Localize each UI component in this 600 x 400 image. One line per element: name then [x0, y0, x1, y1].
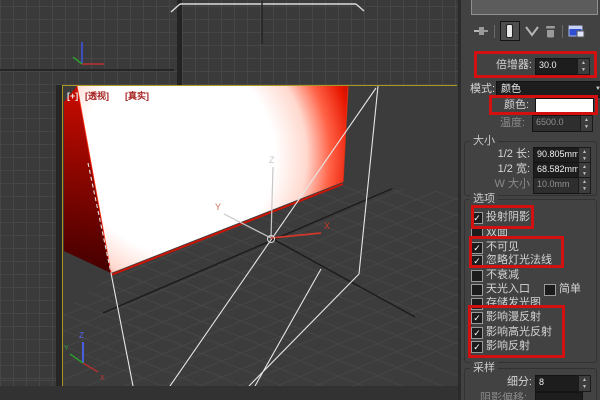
modifier-stack-toolbar: [458, 20, 600, 42]
checkbox-box[interactable]: [471, 227, 483, 239]
multiplier-spinner[interactable]: ▲▼: [577, 58, 590, 75]
subdivs-spinner[interactable]: ▲▼: [578, 375, 591, 392]
subdivs-label: 细分:: [498, 376, 532, 389]
checkbox-double-sided[interactable]: 双面: [458, 226, 600, 239]
temperature-label: 温度:: [500, 117, 525, 130]
command-panel: 倍增器: 30.0 ▲▼ 模式: 颜色 ▼ 颜色: 温度: 6500.0 ▲▼ …: [458, 0, 600, 400]
viewport-left-column[interactable]: [0, 85, 56, 386]
checkbox-box[interactable]: ✓: [471, 312, 483, 324]
half-width-label: 1/2 宽:: [460, 163, 530, 176]
tripod-y-label: Y: [215, 202, 221, 212]
temperature-field: 6500.0: [532, 115, 585, 132]
3dsmax-window: Z Y X Z Y X [+] [透视] [真实]: [0, 0, 600, 400]
checkbox-box[interactable]: ✓: [471, 341, 483, 353]
light-arrow-right: [356, 4, 364, 11]
checkbox-cast-shadows[interactable]: ✓ 投射阴影: [458, 211, 600, 224]
checkbox-store-illum-map[interactable]: 存储发光图: [458, 297, 600, 310]
options-group-title: 选项: [470, 193, 498, 205]
checkbox-skylight-portal[interactable]: 天光入口 简单: [458, 283, 600, 296]
w-size-field: 10.0mm: [533, 177, 583, 194]
mode-value: 颜色: [501, 83, 521, 96]
size-group-title: 大小: [470, 135, 498, 147]
checkbox-box[interactable]: ✓: [471, 327, 483, 339]
viewport-perspective[interactable]: Z Y X Z Y X [+] [透视] [真实]: [62, 85, 457, 386]
pin-stack-icon[interactable]: [474, 25, 489, 37]
checkbox-box[interactable]: [471, 270, 483, 282]
shadow-bias-label: 阴影偏移:: [480, 392, 527, 400]
show-end-result-icon[interactable]: [500, 21, 520, 41]
multiplier-field[interactable]: 30.0: [535, 58, 582, 75]
light-arrow-left: [171, 4, 180, 12]
world-y-label: Y: [64, 345, 69, 352]
subdivs-field[interactable]: 8: [535, 375, 583, 392]
mode-label: 模式:: [470, 83, 495, 96]
sampling-group-title: 采样: [470, 362, 498, 374]
checkbox-box[interactable]: ✓: [471, 255, 483, 267]
modifier-stack-list[interactable]: [471, 0, 598, 15]
checkbox-box[interactable]: ✓: [471, 212, 483, 224]
checkbox-no-decay[interactable]: 不衰减: [458, 269, 600, 282]
checkbox-box[interactable]: [471, 284, 483, 296]
checkbox-affect-specular[interactable]: ✓ 影响高光反射: [458, 326, 600, 339]
chevron-down-icon: ▼: [595, 83, 600, 96]
w-size-label: W 大小: [460, 178, 530, 191]
toolbar-separator: [494, 25, 495, 38]
world-x-label: X: [100, 375, 105, 382]
viewport-pov-label[interactable]: [透视]: [85, 90, 109, 101]
shadow-bias-field[interactable]: [535, 392, 583, 400]
perspective-scene: Z Y X Z Y X [+] [透视] [真实]: [63, 86, 458, 386]
configure-modifier-sets-icon[interactable]: [568, 24, 585, 38]
mode-dropdown[interactable]: 颜色 ▼: [496, 81, 600, 98]
checkbox-simple-box[interactable]: [544, 284, 556, 296]
checkbox-box[interactable]: [471, 298, 483, 310]
checkbox-simple-label: 简单: [559, 283, 581, 296]
w-size-spinner[interactable]: ▲▼: [578, 177, 591, 194]
checkbox-ignore-light-normals[interactable]: ✓ 忽略灯光法线: [458, 254, 600, 267]
color-swatch[interactable]: [535, 98, 594, 113]
toolbar-separator: [562, 25, 563, 38]
make-unique-icon[interactable]: [525, 25, 539, 37]
viewport-shading-label[interactable]: [真实]: [125, 90, 149, 101]
status-strip: [0, 386, 458, 400]
multiplier-label: 倍增器:: [488, 59, 532, 72]
color-label: 颜色:: [504, 99, 529, 112]
remove-modifier-icon[interactable]: [544, 25, 557, 38]
world-z-label: Z: [79, 331, 84, 340]
half-length-label: 1/2 长:: [460, 148, 530, 161]
temperature-spinner[interactable]: ▲▼: [580, 115, 593, 132]
checkbox-invisible[interactable]: ✓ 不可见: [458, 241, 600, 254]
checkbox-affect-diffuse[interactable]: ✓ 影响漫反射: [458, 311, 600, 324]
tripod-x-label: X: [324, 221, 330, 231]
checkbox-box[interactable]: ✓: [471, 242, 483, 254]
tripod-z-label: Z: [269, 155, 275, 165]
top-viewport-drawing: [0, 0, 458, 86]
viewport-menu-plus[interactable]: [+]: [67, 91, 78, 101]
axis-gizmo-y: [73, 57, 82, 64]
checkbox-affect-reflections[interactable]: ✓ 影响反射: [458, 340, 600, 353]
